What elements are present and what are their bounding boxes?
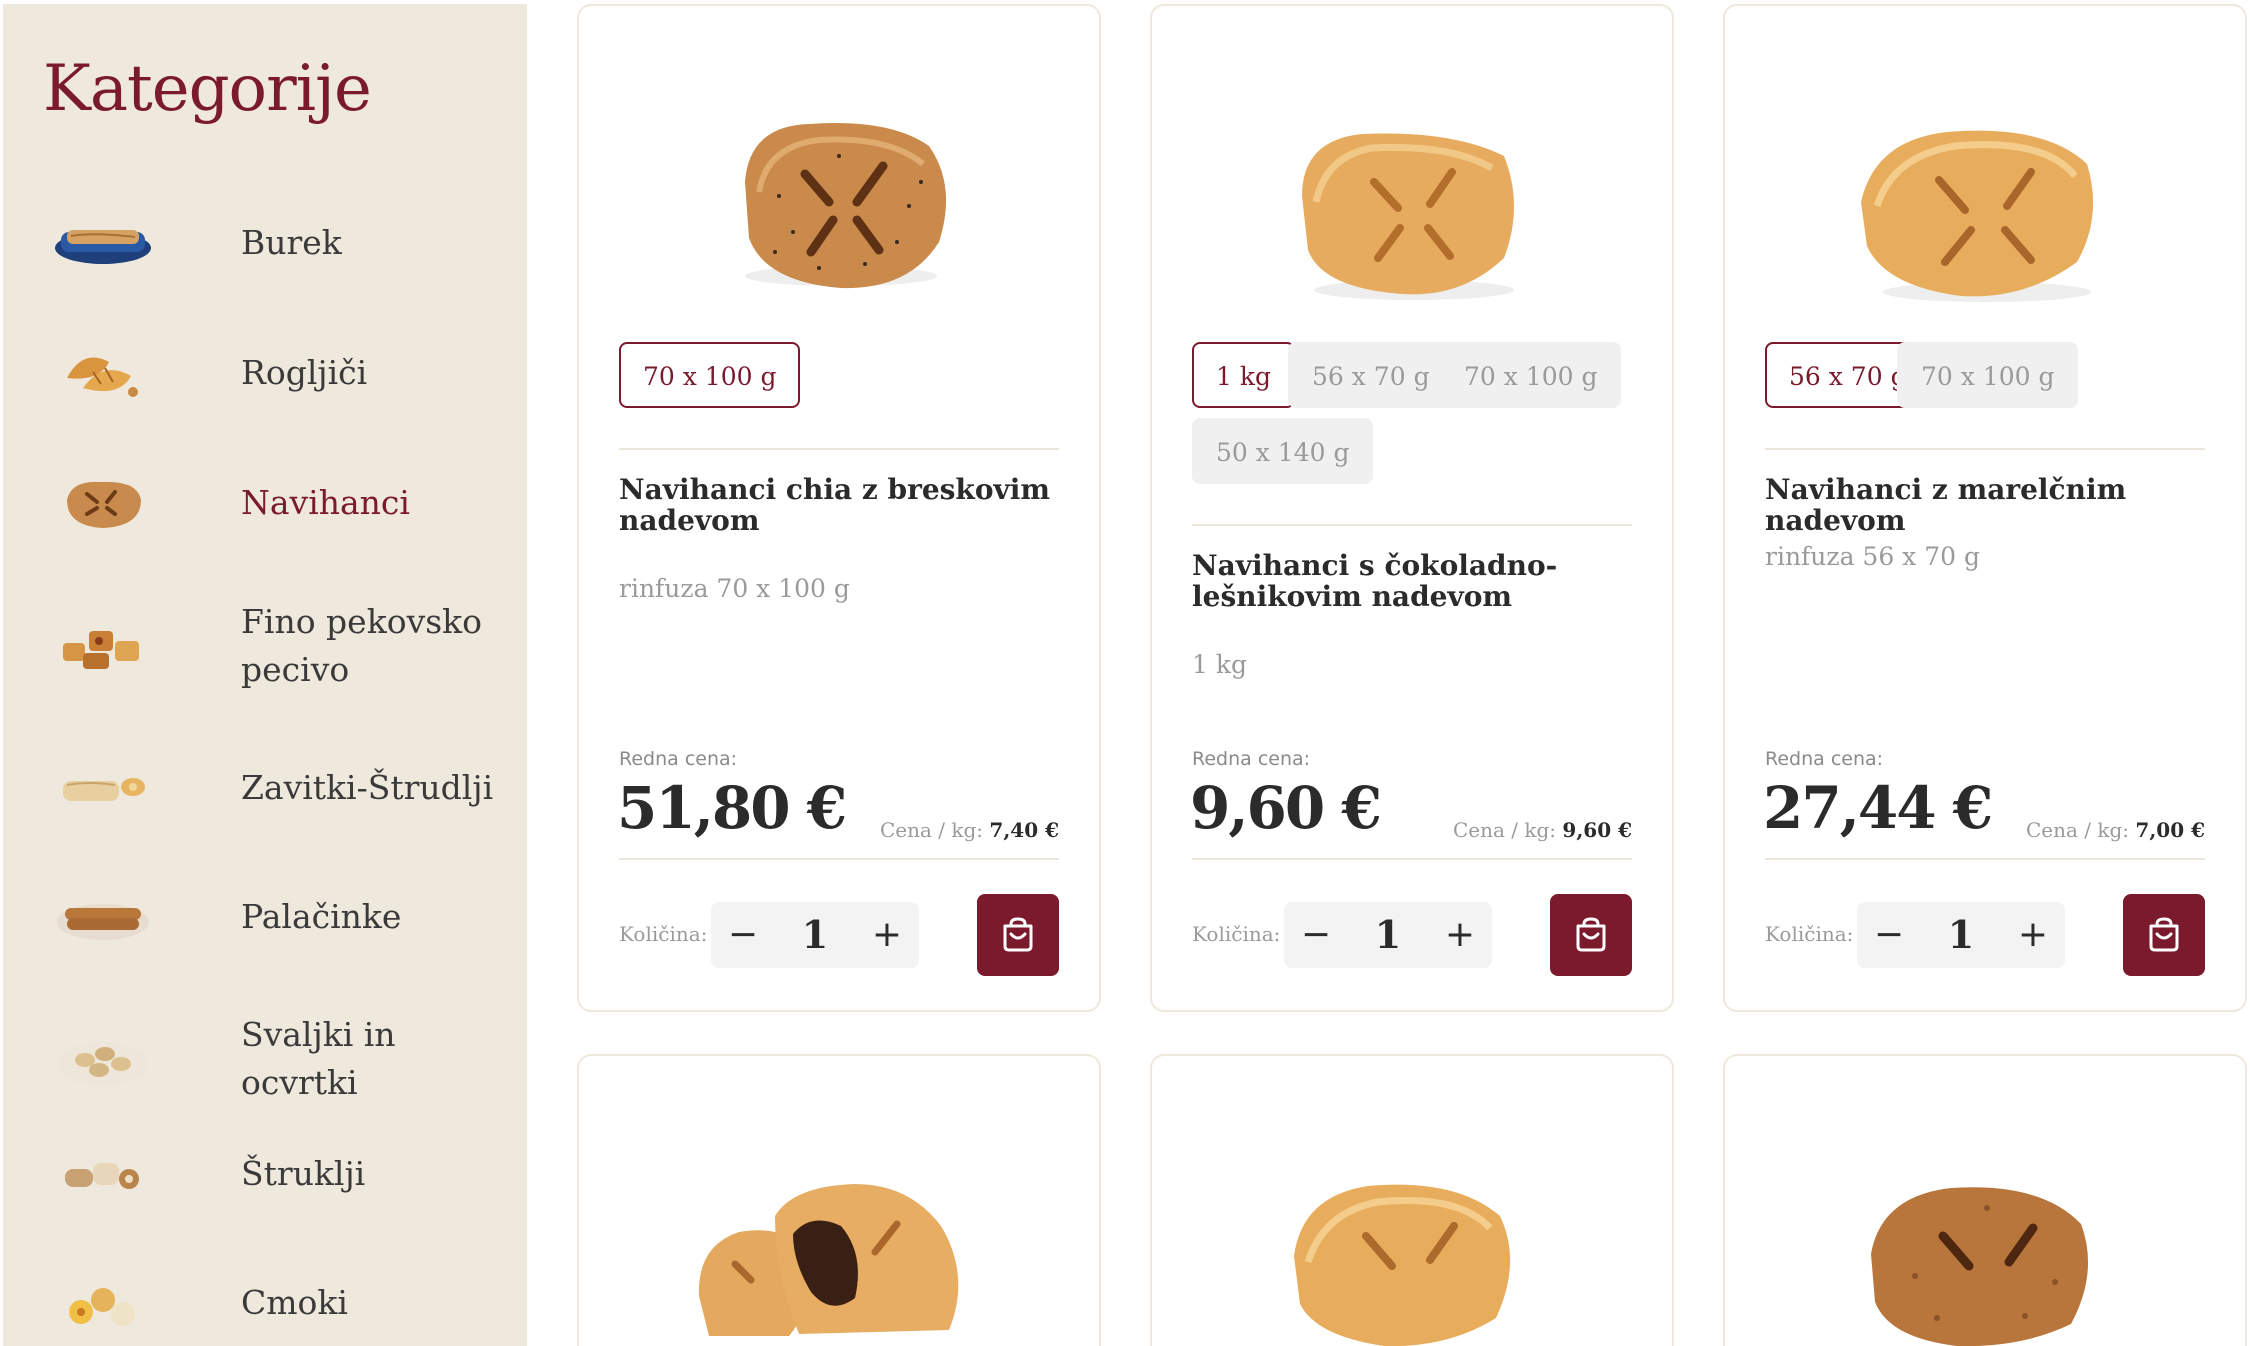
quantity-stepper: − 1 + bbox=[711, 902, 919, 968]
size-option-70x100[interactable]: 70 x 100 g bbox=[1897, 342, 2079, 408]
product-subtitle: rinfuza 70 x 100 g bbox=[619, 574, 850, 603]
crepe-icon bbox=[53, 882, 153, 952]
product-title[interactable]: Navihanci chia z breskovim nadevom bbox=[619, 474, 1065, 536]
add-to-cart-button[interactable] bbox=[977, 894, 1059, 976]
shopping-bag-icon bbox=[1003, 917, 1033, 952]
size-option-50x140[interactable]: 50 x 140 g bbox=[1192, 418, 1374, 484]
sidebar-item-zavitki-strudlji[interactable]: Zavitki-Štrudlji bbox=[53, 753, 513, 823]
price-per-kg: Cena / kg: 7,40 € bbox=[880, 818, 1059, 842]
product-card: 1 kg 56 x 70 g 70 x 100 g 50 x 140 g Nav… bbox=[1150, 4, 1674, 1012]
increase-quantity-button[interactable]: + bbox=[859, 902, 915, 968]
product-image[interactable] bbox=[1152, 1056, 1672, 1346]
decrease-quantity-button[interactable]: − bbox=[1288, 902, 1344, 968]
struklji-icon bbox=[53, 1139, 153, 1209]
price-label: Redna cena: bbox=[1765, 748, 1884, 770]
decrease-quantity-button[interactable]: − bbox=[1861, 902, 1917, 968]
sidebar-item-cmoki[interactable]: Cmoki bbox=[53, 1268, 513, 1338]
divider bbox=[1765, 858, 2205, 860]
per-kg-value: 7,00 € bbox=[2135, 818, 2205, 842]
price-label: Redna cena: bbox=[1192, 748, 1311, 770]
sidebar-item-label: Cmoki bbox=[241, 1283, 348, 1322]
sidebar-item-struklji[interactable]: Štruklji bbox=[53, 1139, 513, 1209]
dumpling-icon bbox=[53, 1268, 153, 1338]
sidebar-item-label: Palačinke bbox=[241, 897, 402, 936]
add-to-cart-button[interactable] bbox=[2123, 894, 2205, 976]
increase-quantity-button[interactable]: + bbox=[1432, 902, 1488, 968]
size-option-70x100[interactable]: 70 x 100 g bbox=[619, 342, 801, 408]
sidebar-item-label: Navihanci bbox=[241, 483, 410, 522]
divider bbox=[1192, 858, 1632, 860]
product-card bbox=[1150, 1054, 1674, 1346]
fine-pastry-icon bbox=[53, 611, 153, 681]
price-per-kg: Cena / kg: 9,60 € bbox=[1453, 818, 1632, 842]
quantity-label: Količina: bbox=[619, 922, 708, 946]
product-card bbox=[1723, 1054, 2247, 1346]
product-card bbox=[577, 1054, 1101, 1346]
product-image[interactable] bbox=[1725, 1056, 2245, 1346]
pastry-square-icon bbox=[53, 468, 153, 538]
product-subtitle: 1 kg bbox=[1192, 650, 1248, 679]
product-price: 51,80 € bbox=[617, 774, 847, 842]
product-card: 70 x 100 g Navihanci chia z breskovim na… bbox=[577, 4, 1101, 1012]
per-kg-label: Cena / kg: bbox=[1452, 818, 1557, 842]
product-subtitle: rinfuza 56 x 70 g bbox=[1765, 542, 1980, 571]
size-option-1kg[interactable]: 1 kg bbox=[1192, 342, 1296, 408]
size-option-56x70[interactable]: 56 x 70 g bbox=[1288, 342, 1454, 408]
sidebar-item-navihanci[interactable]: Navihanci bbox=[53, 468, 513, 538]
price-label: Redna cena: bbox=[619, 748, 738, 770]
decrease-quantity-button[interactable]: − bbox=[715, 902, 771, 968]
shopping-bag-icon bbox=[1576, 917, 1606, 952]
product-price: 9,60 € bbox=[1190, 774, 1382, 842]
sidebar-item-label: Burek bbox=[241, 223, 342, 262]
croissant-icon bbox=[53, 338, 153, 408]
product-image[interactable] bbox=[1152, 6, 1672, 326]
price-per-kg: Cena / kg: 7,00 € bbox=[2026, 818, 2205, 842]
quantity-stepper: − 1 + bbox=[1284, 902, 1492, 968]
quantity-value[interactable]: 1 bbox=[1913, 902, 2009, 968]
divider bbox=[1192, 524, 1632, 526]
quantity-value[interactable]: 1 bbox=[1340, 902, 1436, 968]
quantity-label: Količina: bbox=[1765, 922, 1854, 946]
sidebar-item-label: Rogljiči bbox=[241, 353, 368, 392]
add-to-cart-button[interactable] bbox=[1550, 894, 1632, 976]
strudel-icon bbox=[53, 753, 153, 823]
per-kg-label: Cena / kg: bbox=[879, 818, 984, 842]
quantity-label: Količina: bbox=[1192, 922, 1281, 946]
divider bbox=[619, 448, 1059, 450]
sidebar-item-svaljki-in-ocvrtki[interactable]: Svaljki in ocvrtki bbox=[53, 1011, 513, 1107]
burek-tray-icon bbox=[53, 208, 153, 278]
sidebar-item-label: Svaljki in ocvrtki bbox=[241, 1015, 396, 1102]
sidebar-item-label: Štruklji bbox=[241, 1154, 366, 1193]
product-image[interactable] bbox=[579, 1056, 1099, 1346]
sidebar-item-burek[interactable]: Burek bbox=[53, 208, 513, 278]
sidebar-item-label: Zavitki-Štrudlji bbox=[241, 768, 494, 807]
category-sidebar: Kategorije Burek Rogljiči Navihanci Fino… bbox=[3, 4, 527, 1346]
per-kg-label: Cena / kg: bbox=[2025, 818, 2130, 842]
sidebar-item-palacinke[interactable]: Palačinke bbox=[53, 882, 513, 952]
product-price: 27,44 € bbox=[1763, 774, 1993, 842]
size-option-70x100[interactable]: 70 x 100 g bbox=[1440, 342, 1622, 408]
quantity-stepper: − 1 + bbox=[1857, 902, 2065, 968]
product-title[interactable]: Navihanci s čokoladno-lešnikovim nadevom bbox=[1192, 550, 1638, 612]
fried-dough-icon bbox=[53, 1024, 153, 1094]
product-image[interactable] bbox=[579, 6, 1099, 326]
divider bbox=[619, 858, 1059, 860]
sidebar-title: Kategorije bbox=[43, 52, 372, 126]
quantity-value[interactable]: 1 bbox=[767, 902, 863, 968]
sidebar-item-label: Fino pekovsko pecivo bbox=[241, 602, 483, 689]
increase-quantity-button[interactable]: + bbox=[2005, 902, 2061, 968]
sidebar-item-fino-pekovsko-pecivo[interactable]: Fino pekovsko pecivo bbox=[53, 598, 513, 694]
per-kg-value: 9,60 € bbox=[1562, 818, 1632, 842]
product-image[interactable] bbox=[1725, 6, 2245, 326]
product-title[interactable]: Navihanci z marelčnim nadevom bbox=[1765, 474, 2211, 536]
sidebar-item-rogljici[interactable]: Rogljiči bbox=[53, 338, 513, 408]
divider bbox=[1765, 448, 2205, 450]
product-card: 56 x 70 g 70 x 100 g Navihanci z marelčn… bbox=[1723, 4, 2247, 1012]
shopping-bag-icon bbox=[2149, 917, 2179, 952]
per-kg-value: 7,40 € bbox=[989, 818, 1059, 842]
